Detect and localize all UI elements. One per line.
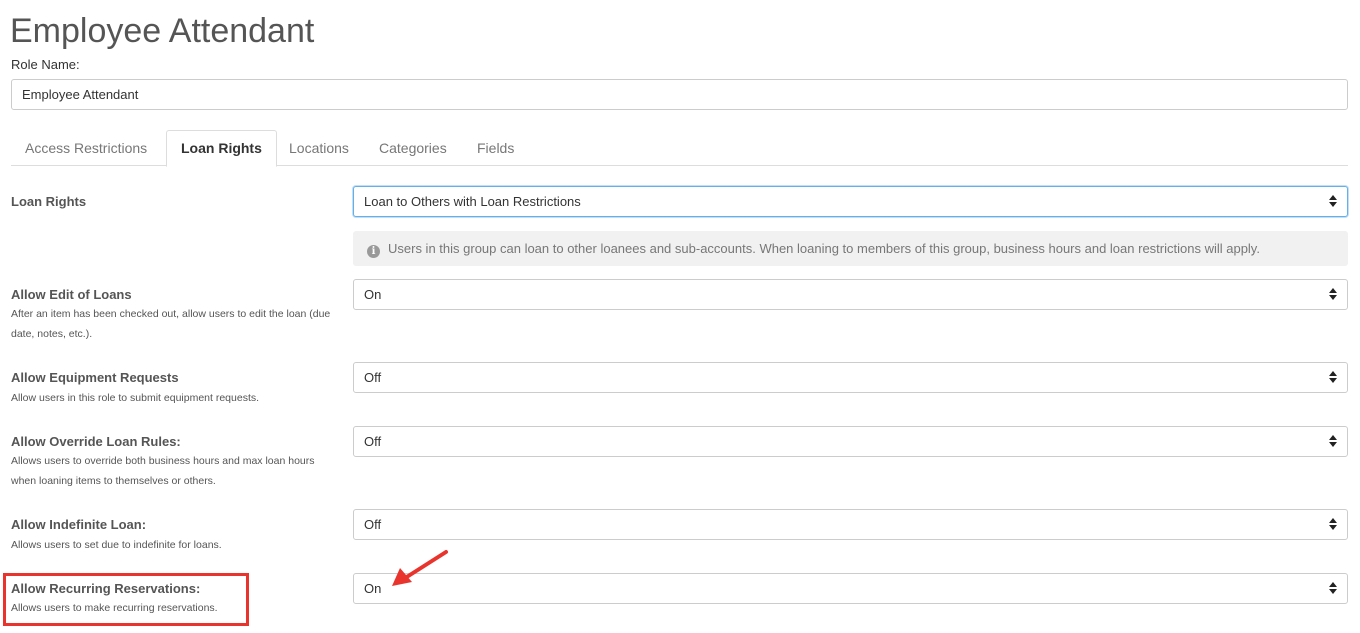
info-circle-icon: i — [367, 245, 380, 258]
allow-indefinite-loan-value: Off — [364, 517, 382, 532]
role-name-label: Role Name: — [11, 57, 80, 72]
allow-equipment-requests-select[interactable]: Off — [353, 362, 1348, 393]
arrow-icon — [392, 550, 448, 586]
loan-rights-info-text: Users in this group can loan to other lo… — [388, 241, 1260, 256]
allow-edit-loans-help: After an item has been checked out, allo… — [11, 308, 331, 340]
tab-bar: Access Restrictions Loan Rights Location… — [11, 130, 1348, 167]
allow-recurring-reservations-select[interactable]: On — [353, 573, 1348, 604]
allow-override-loan-rules-select[interactable]: Off — [353, 426, 1348, 457]
allow-edit-loans-select[interactable]: On — [353, 279, 1348, 310]
chevron-up-down-icon — [1329, 435, 1337, 447]
loan-rights-select[interactable]: Loan to Others with Loan Restrictions — [353, 186, 1348, 217]
chevron-up-down-icon — [1329, 371, 1337, 383]
tab-locations[interactable]: Locations — [275, 130, 363, 166]
allow-indefinite-loan-select[interactable]: Off — [353, 509, 1348, 540]
allow-equipment-requests-value: Off — [364, 370, 382, 385]
tab-fields[interactable]: Fields — [463, 130, 528, 166]
role-name-input[interactable] — [11, 79, 1348, 110]
allow-equipment-requests-help: Allow users in this role to submit equip… — [11, 392, 260, 404]
allow-edit-loans-value: On — [364, 287, 382, 302]
annotation-highlight-box — [3, 573, 249, 626]
chevron-up-down-icon — [1329, 582, 1337, 594]
chevron-up-down-icon — [1329, 518, 1337, 530]
allow-equipment-requests-label: Allow Equipment Requests — [11, 370, 179, 385]
allow-indefinite-loan-help: Allows users to set due to indefinite fo… — [11, 539, 222, 551]
allow-edit-loans-label: Allow Edit of Loans — [11, 287, 132, 302]
loan-rights-label: Loan Rights — [11, 194, 87, 209]
allow-override-loan-rules-value: Off — [364, 434, 382, 449]
tab-loan-rights[interactable]: Loan Rights — [166, 130, 277, 167]
tab-access-restrictions[interactable]: Access Restrictions — [11, 130, 161, 166]
allow-override-loan-rules-help: Allows users to override both business h… — [11, 455, 315, 487]
chevron-up-down-icon — [1329, 195, 1337, 207]
chevron-up-down-icon — [1329, 288, 1337, 300]
allow-recurring-reservations-value: On — [364, 581, 382, 596]
allow-override-loan-rules-label: Allow Override Loan Rules: — [11, 434, 181, 449]
loan-rights-info: i Users in this group can loan to other l… — [353, 231, 1348, 266]
loan-rights-value: Loan to Others with Loan Restrictions — [364, 194, 581, 209]
page-title: Employee Attendant — [10, 12, 315, 50]
allow-indefinite-loan-label: Allow Indefinite Loan: — [11, 517, 147, 532]
tab-categories[interactable]: Categories — [365, 130, 461, 166]
